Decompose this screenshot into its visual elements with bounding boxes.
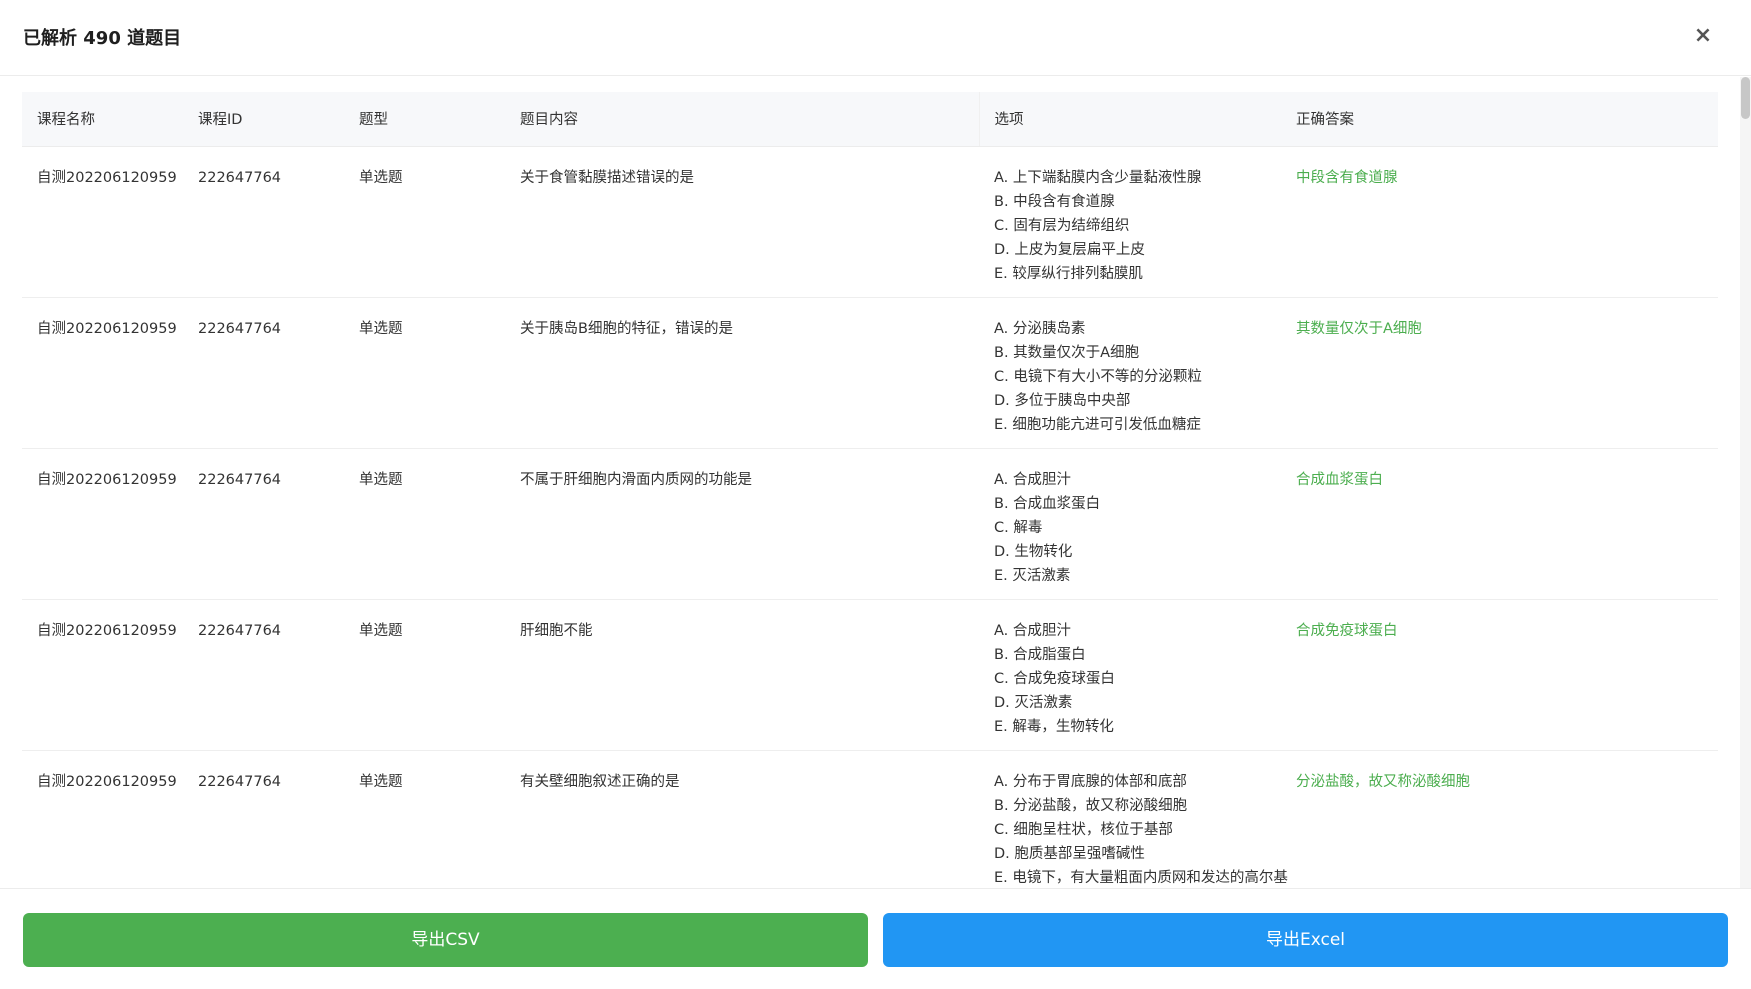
question-content-cell: 有关壁细胞叙述正确的是 <box>505 750 979 888</box>
question-content-cell: 关于食管黏膜描述错误的是 <box>505 146 979 298</box>
export-csv-button[interactable]: 导出CSV <box>23 913 868 967</box>
options-cell: A. 上下端黏膜内含少量黏液性腺 B. 中段含有食道腺 C. 固有层为结缔组织 … <box>979 146 1281 298</box>
table-row: 自测202206120959 222647764 单选题 有关壁细胞叙述正确的是… <box>22 750 1718 888</box>
dialog-title: 已解析 490 道题目 <box>23 28 182 49</box>
option-item: B. 合成血浆蛋白 <box>994 495 1101 512</box>
question-content-cell: 关于胰岛B细胞的特征，错误的是 <box>505 297 979 449</box>
column-header-question-content: 题目内容 <box>505 92 979 147</box>
correct-answer-cell: 合成免疫球蛋白 <box>1281 599 1718 751</box>
option-item: E. 细胞功能亢进可引发低血糖症 <box>994 416 1201 433</box>
course-name-cell: 自测202206120959 <box>22 146 183 298</box>
dialog-footer: 导出CSV 导出Excel <box>0 888 1751 989</box>
questions-table: 课程名称 课程ID 题型 题目内容 选项 正确答案 自测202206120959… <box>22 92 1718 888</box>
course-name-cell: 自测202206120959 <box>22 750 183 888</box>
options-cell: A. 分泌胰岛素 B. 其数量仅次于A细胞 C. 电镜下有大小不等的分泌颗粒 D… <box>979 297 1281 449</box>
column-header-question-type: 题型 <box>344 92 505 147</box>
option-item: E. 较厚纵行排列黏膜肌 <box>994 265 1143 282</box>
course-id-cell: 222647764 <box>183 599 344 751</box>
question-type-cell: 单选题 <box>344 448 505 600</box>
question-content-cell: 肝细胞不能 <box>505 599 979 751</box>
option-item: C. 细胞呈柱状，核位于基部 <box>994 821 1173 838</box>
option-item: B. 合成脂蛋白 <box>994 646 1086 663</box>
table-row: 自测202206120959 222647764 单选题 关于胰岛B细胞的特征，… <box>22 297 1718 449</box>
table-row: 自测202206120959 222647764 单选题 肝细胞不能 A. 合成… <box>22 599 1718 751</box>
option-item: E. 电镜下，有大量粗面内质网和发达的高尔基 <box>994 869 1288 886</box>
options-cell: A. 合成胆汁 B. 合成血浆蛋白 C. 解毒 D. 生物转化 E. 灭活激素 <box>979 448 1281 600</box>
dialog-body[interactable]: 课程名称 课程ID 题型 题目内容 选项 正确答案 自测202206120959… <box>0 77 1740 888</box>
option-item: A. 分泌胰岛素 <box>994 320 1086 337</box>
close-icon[interactable]: × <box>1690 21 1716 51</box>
scrollbar-thumb[interactable] <box>1741 77 1750 119</box>
question-type-cell: 单选题 <box>344 750 505 888</box>
vertical-scrollbar[interactable] <box>1740 77 1751 888</box>
option-item: A. 合成胆汁 <box>994 471 1071 488</box>
course-name-cell: 自测202206120959 <box>22 297 183 449</box>
course-id-cell: 222647764 <box>183 448 344 600</box>
option-item: B. 分泌盐酸，故又称泌酸细胞 <box>994 797 1188 814</box>
table-header-row: 课程名称 课程ID 题型 题目内容 选项 正确答案 <box>22 92 1718 147</box>
table-row: 自测202206120959 222647764 单选题 不属于肝细胞内滑面内质… <box>22 448 1718 600</box>
parse-result-dialog: 已解析 490 道题目 × 课程名称 课程ID 题型 题目内容 选项 正确答案 <box>0 0 1751 989</box>
column-header-correct-answer: 正确答案 <box>1281 92 1718 147</box>
question-type-cell: 单选题 <box>344 146 505 298</box>
question-type-cell: 单选题 <box>344 297 505 449</box>
option-item: C. 电镜下有大小不等的分泌颗粒 <box>994 368 1202 385</box>
table-row: 自测202206120959 222647764 单选题 关于食管黏膜描述错误的… <box>22 146 1718 298</box>
option-item: A. 分布于胃底腺的体部和底部 <box>994 773 1187 790</box>
option-item: E. 解毒，生物转化 <box>994 718 1114 735</box>
option-item: C. 合成免疫球蛋白 <box>994 670 1115 687</box>
option-item: B. 中段含有食道腺 <box>994 193 1115 210</box>
course-id-cell: 222647764 <box>183 297 344 449</box>
question-content-cell: 不属于肝细胞内滑面内质网的功能是 <box>505 448 979 600</box>
course-name-cell: 自测202206120959 <box>22 599 183 751</box>
question-type-cell: 单选题 <box>344 599 505 751</box>
option-item: A. 合成胆汁 <box>994 622 1071 639</box>
option-item: C. 固有层为结缔组织 <box>994 217 1130 234</box>
column-header-options: 选项 <box>978 92 1281 147</box>
correct-answer-cell: 合成血浆蛋白 <box>1281 448 1718 600</box>
export-excel-button[interactable]: 导出Excel <box>883 913 1728 967</box>
option-item: B. 其数量仅次于A细胞 <box>994 344 1140 361</box>
course-id-cell: 222647764 <box>183 146 344 298</box>
option-item: D. 胞质基部呈强嗜碱性 <box>994 845 1145 862</box>
option-item: D. 上皮为复层扁平上皮 <box>994 241 1145 258</box>
course-name-cell: 自测202206120959 <box>22 448 183 600</box>
dialog-header: 已解析 490 道题目 × <box>0 0 1751 76</box>
option-item: D. 多位于胰岛中央部 <box>994 392 1131 409</box>
course-id-cell: 222647764 <box>183 750 344 888</box>
options-cell: A. 合成胆汁 B. 合成脂蛋白 C. 合成免疫球蛋白 D. 灭活激素 E. 解… <box>979 599 1281 751</box>
correct-answer-cell: 中段含有食道腺 <box>1281 146 1718 298</box>
column-header-course-id: 课程ID <box>183 92 344 147</box>
option-item: D. 生物转化 <box>994 543 1073 560</box>
correct-answer-cell: 分泌盐酸，故又称泌酸细胞 <box>1281 750 1718 888</box>
column-header-course-name: 课程名称 <box>22 92 183 147</box>
option-item: A. 上下端黏膜内含少量黏液性腺 <box>994 169 1202 186</box>
correct-answer-cell: 其数量仅次于A细胞 <box>1281 297 1718 449</box>
option-item: E. 灭活激素 <box>994 567 1071 584</box>
option-item: C. 解毒 <box>994 519 1043 536</box>
options-cell: A. 分布于胃底腺的体部和底部 B. 分泌盐酸，故又称泌酸细胞 C. 细胞呈柱状… <box>979 750 1288 888</box>
option-item: D. 灭活激素 <box>994 694 1073 711</box>
